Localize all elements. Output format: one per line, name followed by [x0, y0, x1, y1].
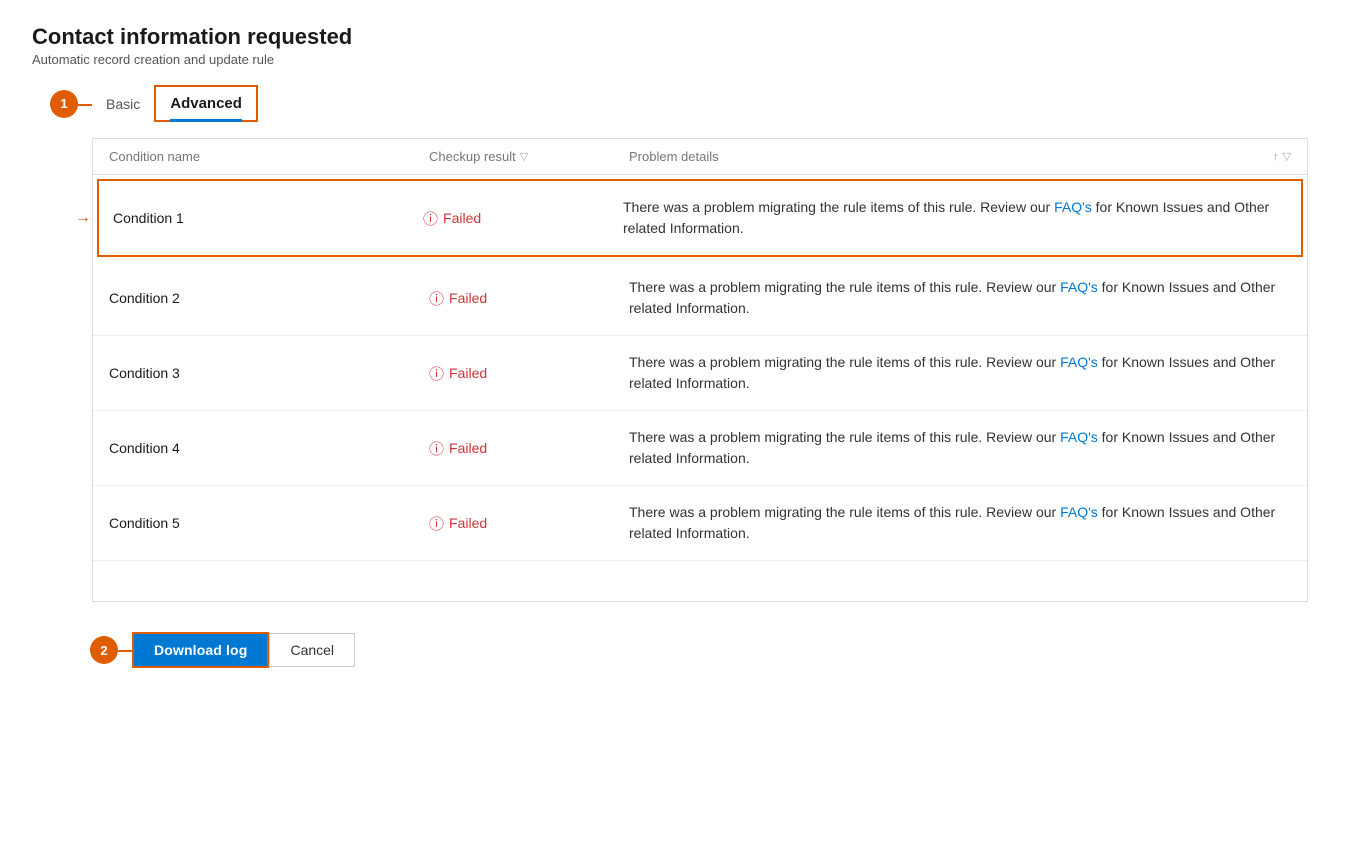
failed-icon-5: ⓘ [429, 513, 444, 534]
col-checkup-result: Checkup result ▽ [429, 149, 629, 164]
tab-advanced[interactable]: Advanced [154, 85, 258, 122]
step-2-badge: 2 [90, 636, 118, 664]
page-subtitle: Automatic record creation and update rul… [32, 52, 1338, 67]
tab-basic[interactable]: Basic [92, 88, 154, 120]
step-1-badge: 1 [50, 90, 78, 118]
table-row: Condition 4 ⓘ Failed There was a problem… [93, 411, 1307, 486]
failed-icon-4: ⓘ [429, 438, 444, 459]
connector-line-2 [118, 650, 132, 652]
table-empty-space [93, 561, 1307, 601]
connector-line-1 [78, 104, 92, 106]
faq-link-2[interactable]: FAQ's [1060, 279, 1098, 295]
failed-icon-1: ⓘ [423, 208, 438, 229]
cancel-button[interactable]: Cancel [269, 633, 355, 667]
condition-4-problem: There was a problem migrating the rule i… [629, 427, 1291, 469]
page-title: Contact information requested [32, 24, 1338, 50]
condition-3-problem: There was a problem migrating the rule i… [629, 352, 1291, 394]
faq-link-5[interactable]: FAQ's [1060, 504, 1098, 520]
checkup-filter-icon[interactable]: ▽ [520, 150, 528, 163]
sort-up-icon[interactable]: ↑ [1273, 151, 1279, 163]
condition-1-status: ⓘ Failed [423, 208, 623, 229]
sort-filter-icon[interactable]: ▽ [1283, 150, 1291, 163]
condition-5-name: Condition 5 [109, 515, 429, 531]
faq-link-3[interactable]: FAQ's [1060, 354, 1098, 370]
table-row: Condition 3 ⓘ Failed There was a problem… [93, 336, 1307, 411]
table-sort-controls: ↑ ▽ [1231, 149, 1291, 164]
condition-3-name: Condition 3 [109, 365, 429, 381]
condition-4-status: ⓘ Failed [429, 438, 629, 459]
conditions-table: Condition name Checkup result ▽ Problem … [92, 138, 1308, 602]
download-log-button[interactable]: Download log [132, 632, 269, 668]
table-row: Condition 2 ⓘ Failed There was a problem… [93, 261, 1307, 336]
condition-5-status: ⓘ Failed [429, 513, 629, 534]
row-arrow-icon: → [75, 209, 91, 227]
condition-2-problem: There was a problem migrating the rule i… [629, 277, 1291, 319]
failed-icon-3: ⓘ [429, 363, 444, 384]
condition-3-status: ⓘ Failed [429, 363, 629, 384]
table-row: → Condition 1 ⓘ Failed There was a probl… [97, 179, 1303, 257]
table-header: Condition name Checkup result ▽ Problem … [93, 139, 1307, 175]
page-header: Contact information requested Automatic … [32, 24, 1338, 67]
condition-2-status: ⓘ Failed [429, 288, 629, 309]
failed-icon-2: ⓘ [429, 288, 444, 309]
condition-2-name: Condition 2 [109, 290, 429, 306]
condition-1-name: Condition 1 [113, 210, 423, 226]
condition-5-problem: There was a problem migrating the rule i… [629, 502, 1291, 544]
condition-1-problem: There was a problem migrating the rule i… [623, 197, 1287, 239]
faq-link-1[interactable]: FAQ's [1054, 199, 1092, 215]
col-condition-name: Condition name [109, 149, 429, 164]
faq-link-4[interactable]: FAQ's [1060, 429, 1098, 445]
col-problem-details: Problem details [629, 149, 1231, 164]
table-row: Condition 5 ⓘ Failed There was a problem… [93, 486, 1307, 561]
condition-4-name: Condition 4 [109, 440, 429, 456]
bottom-actions: 2 Download log Cancel [132, 632, 1338, 668]
